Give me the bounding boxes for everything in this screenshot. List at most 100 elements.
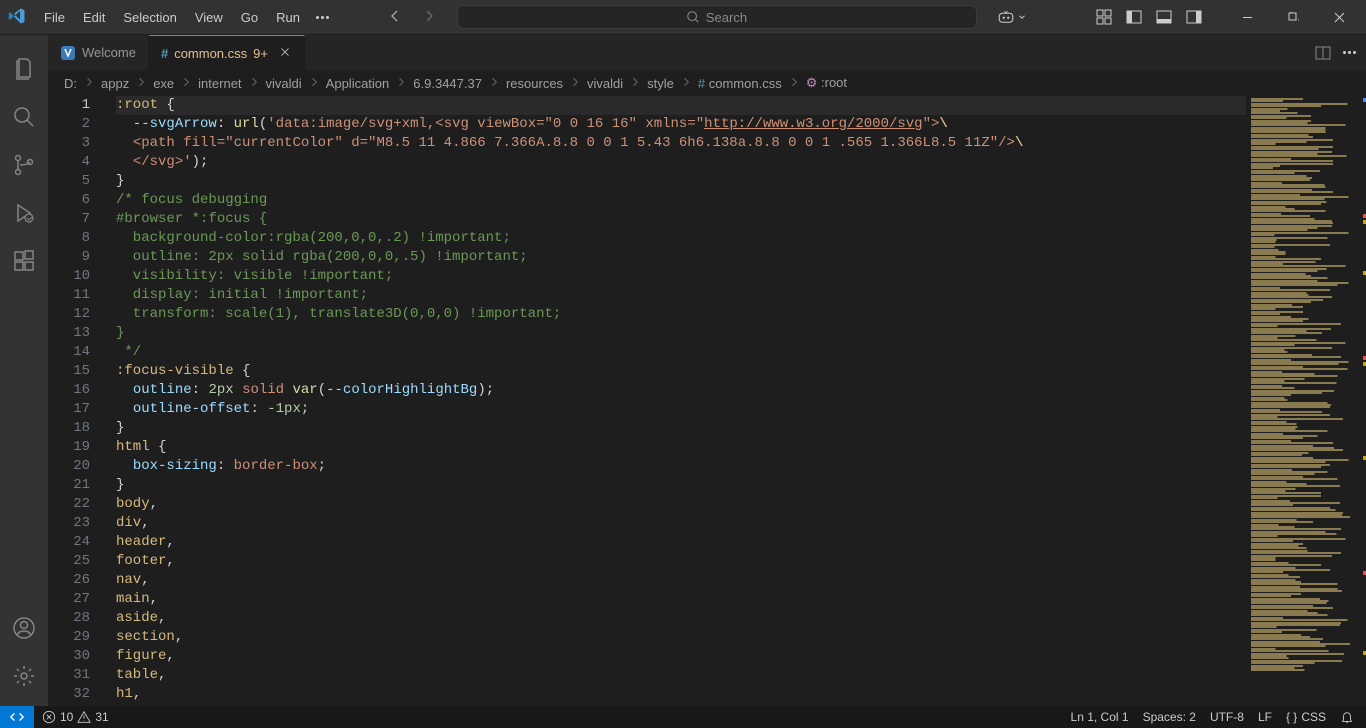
panel-left-icon[interactable]: [1126, 9, 1142, 25]
accounts-icon[interactable]: [0, 604, 48, 652]
maximize-button[interactable]: [1270, 0, 1316, 35]
code-line[interactable]: background-color:rgba(200,0,0,.2) !impor…: [116, 229, 1246, 248]
nav-forward-icon[interactable]: [421, 8, 437, 27]
code-line[interactable]: table,: [116, 666, 1246, 685]
code-line[interactable]: outline-offset: -1px;: [116, 400, 1246, 419]
code-line[interactable]: section,: [116, 628, 1246, 647]
line-number: 7: [48, 210, 90, 229]
code-line[interactable]: box-sizing: border-box;: [116, 457, 1246, 476]
breadcrumb-segment[interactable]: ⚙ :root: [806, 75, 847, 91]
code-line[interactable]: nav,: [116, 571, 1246, 590]
breadcrumb-segment[interactable]: D:: [64, 76, 77, 91]
code-line[interactable]: div,: [116, 514, 1246, 533]
code-line[interactable]: aside,: [116, 609, 1246, 628]
line-number: 31: [48, 666, 90, 685]
menu-file[interactable]: File: [36, 6, 73, 29]
breadcrumb-segment[interactable]: vivaldi: [266, 76, 302, 91]
code-line[interactable]: transform: scale(1), translate3D(0,0,0) …: [116, 305, 1246, 324]
hash-icon: #: [161, 46, 168, 61]
code-line[interactable]: html {: [116, 438, 1246, 457]
minimap[interactable]: [1246, 96, 1366, 706]
breadcrumb-segment[interactable]: internet: [198, 76, 241, 91]
code-line[interactable]: figure,: [116, 647, 1246, 666]
breadcrumb-segment[interactable]: appz: [101, 76, 129, 91]
tab-actions-more-icon[interactable]: [1343, 51, 1356, 54]
code-line[interactable]: --svgArrow: url('data:image/svg+xml,<svg…: [116, 115, 1246, 134]
code-line[interactable]: visibility: visible !important;: [116, 267, 1246, 286]
code-line[interactable]: outline: 2px solid rgba(200,0,0,.5) !imp…: [116, 248, 1246, 267]
line-number: 9: [48, 248, 90, 267]
menu-bar: FileEditSelectionViewGoRun: [36, 6, 308, 29]
code-line[interactable]: */: [116, 343, 1246, 362]
code-line[interactable]: display: initial !important;: [116, 286, 1246, 305]
line-number: 32: [48, 685, 90, 704]
split-editor-icon[interactable]: [1315, 45, 1331, 61]
settings-gear-icon[interactable]: [0, 652, 48, 700]
eol-status[interactable]: LF: [1258, 710, 1272, 724]
code-line[interactable]: footer,: [116, 552, 1246, 571]
code-content[interactable]: :root { --svgArrow: url('data:image/svg+…: [108, 96, 1246, 706]
titlebar: FileEditSelectionViewGoRun Search: [0, 0, 1366, 35]
line-number: 22: [48, 495, 90, 514]
code-line[interactable]: }: [116, 476, 1246, 495]
breadcrumb-segment[interactable]: exe: [153, 76, 174, 91]
line-number: 1: [48, 96, 90, 115]
menu-go[interactable]: Go: [233, 6, 266, 29]
code-line[interactable]: }: [116, 419, 1246, 438]
run-debug-icon[interactable]: [0, 189, 48, 237]
code-line[interactable]: header,: [116, 533, 1246, 552]
copilot-icon[interactable]: [997, 8, 1027, 26]
line-number: 8: [48, 229, 90, 248]
code-line[interactable]: /* focus debugging: [116, 191, 1246, 210]
menu-edit[interactable]: Edit: [75, 6, 113, 29]
hash-icon: #: [698, 76, 705, 91]
code-line[interactable]: h1,: [116, 685, 1246, 704]
encoding-status[interactable]: UTF-8: [1210, 710, 1244, 724]
search-activity-icon[interactable]: [0, 93, 48, 141]
breadcrumb-segment[interactable]: # common.css: [698, 76, 782, 91]
line-number: 30: [48, 647, 90, 666]
tab-common-css[interactable]: #common.css9+: [149, 35, 305, 70]
breadcrumbs[interactable]: D: appz exe internet vivaldi Application 6.9.3…: [48, 70, 1366, 96]
breadcrumb-segment[interactable]: resources: [506, 76, 563, 91]
code-line[interactable]: </svg>');: [116, 153, 1246, 172]
extensions-icon[interactable]: [0, 237, 48, 285]
language-mode[interactable]: { } CSS: [1286, 710, 1326, 724]
code-line[interactable]: outline: 2px solid var(--colorHighlightB…: [116, 381, 1246, 400]
code-line[interactable]: :root {: [116, 96, 1246, 115]
panel-bottom-icon[interactable]: [1156, 9, 1172, 25]
explorer-icon[interactable]: [0, 45, 48, 93]
code-line[interactable]: }: [116, 172, 1246, 191]
editor[interactable]: 1234567891011121314151617181920212223242…: [48, 96, 1366, 706]
breadcrumb-segment[interactable]: Application: [326, 76, 390, 91]
code-line[interactable]: }: [116, 324, 1246, 343]
cursor-position[interactable]: Ln 1, Col 1: [1071, 710, 1129, 724]
problems-status[interactable]: 10 31: [42, 710, 109, 724]
command-center[interactable]: Search: [457, 5, 977, 29]
line-number: 5: [48, 172, 90, 191]
code-line[interactable]: #browser *:focus {: [116, 210, 1246, 229]
breadcrumb-segment[interactable]: style: [647, 76, 674, 91]
source-control-icon[interactable]: [0, 141, 48, 189]
menu-view[interactable]: View: [187, 6, 231, 29]
notifications-icon[interactable]: [1340, 710, 1354, 724]
code-line[interactable]: main,: [116, 590, 1246, 609]
breadcrumb-segment[interactable]: 6.9.3447.37: [413, 76, 482, 91]
nav-back-icon[interactable]: [387, 8, 403, 27]
menu-selection[interactable]: Selection: [115, 6, 184, 29]
breadcrumb-segment[interactable]: vivaldi: [587, 76, 623, 91]
tab-label: common.css: [174, 46, 247, 61]
panel-right-icon[interactable]: [1186, 9, 1202, 25]
menu-run[interactable]: Run: [268, 6, 308, 29]
indentation-status[interactable]: Spaces: 2: [1143, 710, 1196, 724]
menu-overflow-icon[interactable]: [308, 12, 337, 23]
code-line[interactable]: <path fill="currentColor" d="M8.5 11 4.8…: [116, 134, 1246, 153]
tab-close-icon[interactable]: [278, 45, 292, 62]
code-line[interactable]: body,: [116, 495, 1246, 514]
close-button[interactable]: [1316, 0, 1362, 35]
layout-customize-icon[interactable]: [1096, 9, 1112, 25]
minimize-button[interactable]: [1224, 0, 1270, 35]
tab-welcome[interactable]: Welcome: [48, 35, 149, 70]
remote-indicator[interactable]: [0, 706, 34, 728]
code-line[interactable]: :focus-visible {: [116, 362, 1246, 381]
